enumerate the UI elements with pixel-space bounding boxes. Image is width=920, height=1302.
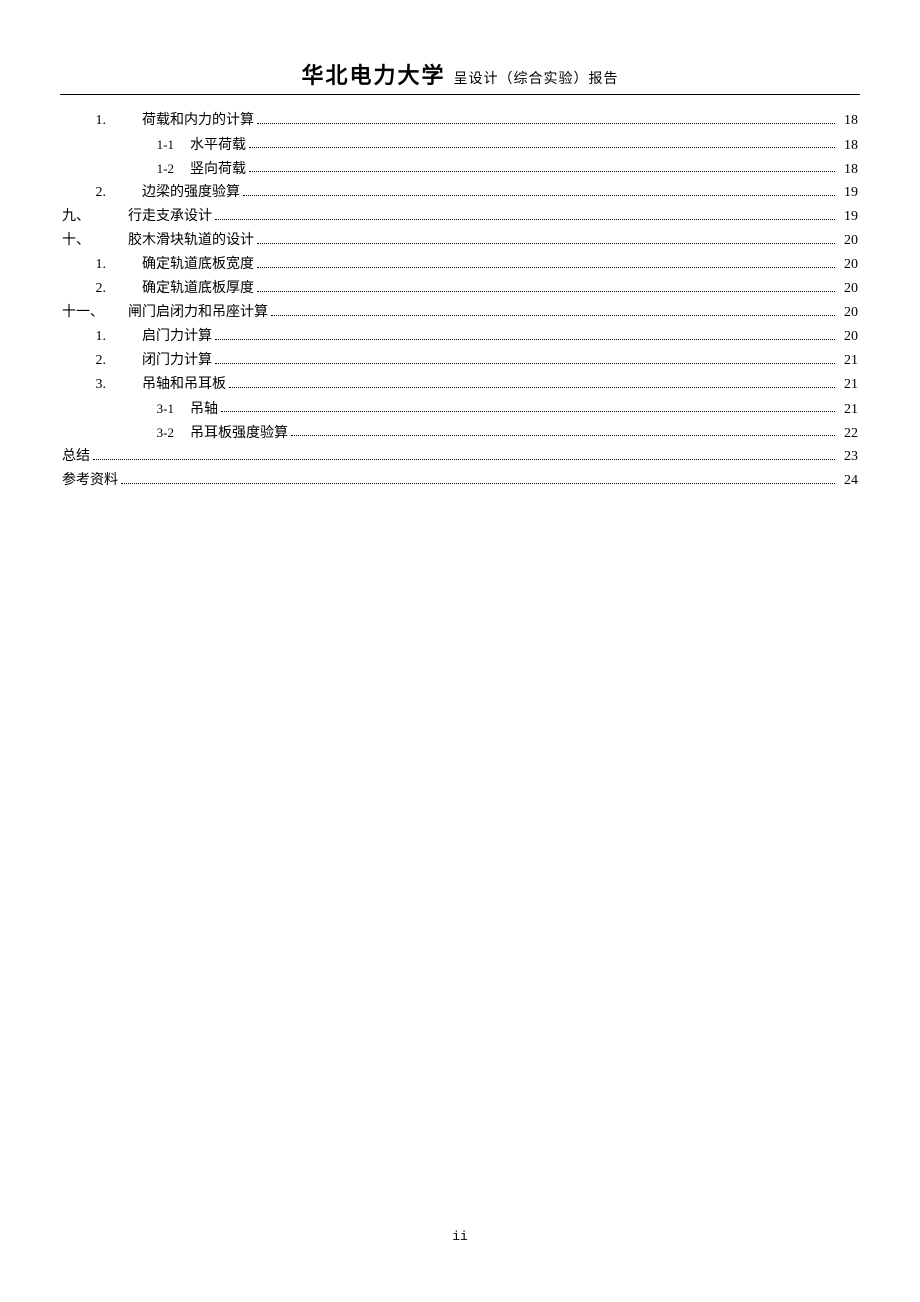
header-line: 华北电力大学 呈设计（综合实验）报告 <box>301 58 618 90</box>
toc-leader <box>291 435 835 436</box>
toc-entry: 总结 23 <box>62 445 858 469</box>
toc-entry-page: 20 <box>838 277 858 301</box>
toc-entry-page: 21 <box>838 349 858 373</box>
toc-leader <box>249 171 835 172</box>
toc-leader <box>229 387 835 388</box>
toc-entry: 3-1吊轴 21 <box>62 397 858 421</box>
toc-entry: 1.荷载和内力的计算 18 <box>62 109 858 133</box>
toc-entry: 1.启门力计算 20 <box>62 325 858 349</box>
toc-entry-number: 3-2 <box>62 421 184 445</box>
toc-entry-label: 胶木滑块轨道的设计 <box>98 229 254 253</box>
toc-entry-page: 20 <box>838 229 858 253</box>
toc-entry: 1.确定轨道底板宽度 20 <box>62 253 858 277</box>
toc-entry-page: 20 <box>838 325 858 349</box>
toc-entry: 3-2吊耳板强度验算 22 <box>62 421 858 445</box>
toc-entry-page: 20 <box>838 301 858 325</box>
toc-entry-label: 参考资料 <box>62 469 118 493</box>
toc-entry: 十一、闸门启闭力和吊座计算 20 <box>62 301 858 325</box>
toc-entry-label: 确定轨道底板厚度 <box>132 277 254 301</box>
toc-entry-number: 1. <box>62 109 132 133</box>
toc-entry-label: 吊轴 <box>184 398 218 422</box>
toc-entry-label: 总结 <box>62 445 90 469</box>
toc-entry-label: 行走支承设计 <box>98 205 212 229</box>
toc-entry: 2.确定轨道底板厚度 20 <box>62 277 858 301</box>
toc-entry-number: 1-1 <box>62 133 184 157</box>
toc-entry-label: 确定轨道底板宽度 <box>132 253 254 277</box>
toc-entry: 1-2竖向荷载 18 <box>62 157 858 181</box>
toc-leader <box>257 291 835 292</box>
toc-entry-number: 九、 <box>62 205 98 229</box>
toc-entry: 2.闭门力计算 21 <box>62 349 858 373</box>
toc-entry-number: 2. <box>62 349 132 373</box>
toc-entry-page: 19 <box>838 181 858 205</box>
toc-leader <box>121 483 835 484</box>
toc-leader <box>221 411 835 412</box>
toc-entry: 3.吊轴和吊耳板 21 <box>62 373 858 397</box>
page-footer: ii <box>0 1229 920 1244</box>
toc-entry-label: 荷载和内力的计算 <box>132 109 254 133</box>
toc-entry-page: 19 <box>838 205 858 229</box>
toc-leader <box>215 339 835 340</box>
toc-leader <box>243 195 835 196</box>
university-name: 华北电力大学 <box>301 58 445 90</box>
toc-entry-number: 1-2 <box>62 157 184 181</box>
toc-entry-page: 18 <box>838 134 858 158</box>
toc-entry-label: 闸门启闭力和吊座计算 <box>98 301 268 325</box>
toc-entry-page: 21 <box>838 398 858 422</box>
toc-leader <box>257 123 835 124</box>
page-header: 华北电力大学 呈设计（综合实验）报告 <box>60 58 860 95</box>
toc-leader <box>271 315 835 316</box>
toc-entry: 十、胶木滑块轨道的设计 20 <box>62 229 858 253</box>
toc-entry-page: 20 <box>838 253 858 277</box>
toc-entry-number: 3-1 <box>62 397 184 421</box>
toc-entry-label: 闭门力计算 <box>132 349 212 373</box>
toc-entry-number: 1. <box>62 325 132 349</box>
toc-entry-number: 十、 <box>62 229 98 253</box>
page-container: 华北电力大学 呈设计（综合实验）报告 1.荷载和内力的计算181-1水平荷载18… <box>0 0 920 493</box>
page-number: ii <box>452 1229 468 1244</box>
toc-entry: 1-1水平荷载 18 <box>62 133 858 157</box>
toc-entry-number: 十一、 <box>62 301 98 325</box>
report-title: 呈设计（综合实验）报告 <box>454 68 619 88</box>
toc-entry-page: 18 <box>838 158 858 182</box>
toc-entry-number: 2. <box>62 277 132 301</box>
toc-entry-number: 2. <box>62 181 132 205</box>
toc-entry-label: 启门力计算 <box>132 325 212 349</box>
toc-entry-number: 3. <box>62 373 132 397</box>
toc-entry-page: 18 <box>838 109 858 133</box>
toc-entry-label: 吊耳板强度验算 <box>184 422 288 446</box>
toc-leader <box>215 219 835 220</box>
toc-entry: 2.边梁的强度验算 19 <box>62 181 858 205</box>
toc-entry-label: 边梁的强度验算 <box>132 181 240 205</box>
toc-entry: 九、行走支承设计 19 <box>62 205 858 229</box>
toc-leader <box>257 267 835 268</box>
toc-leader <box>257 243 835 244</box>
toc-entry-number: 1. <box>62 253 132 277</box>
toc-leader <box>93 459 835 460</box>
toc-entry-page: 24 <box>838 469 858 493</box>
toc-leader <box>249 147 835 148</box>
table-of-contents: 1.荷载和内力的计算181-1水平荷载181-2竖向荷载182.边梁的强度验算1… <box>60 109 860 493</box>
toc-entry-label: 竖向荷载 <box>184 158 246 182</box>
toc-entry-page: 21 <box>838 373 858 397</box>
toc-entry-label: 吊轴和吊耳板 <box>132 373 226 397</box>
toc-entry-page: 22 <box>838 422 858 446</box>
toc-leader <box>215 363 835 364</box>
toc-entry-page: 23 <box>838 445 858 469</box>
toc-entry: 参考资料 24 <box>62 469 858 493</box>
toc-entry-label: 水平荷载 <box>184 134 246 158</box>
